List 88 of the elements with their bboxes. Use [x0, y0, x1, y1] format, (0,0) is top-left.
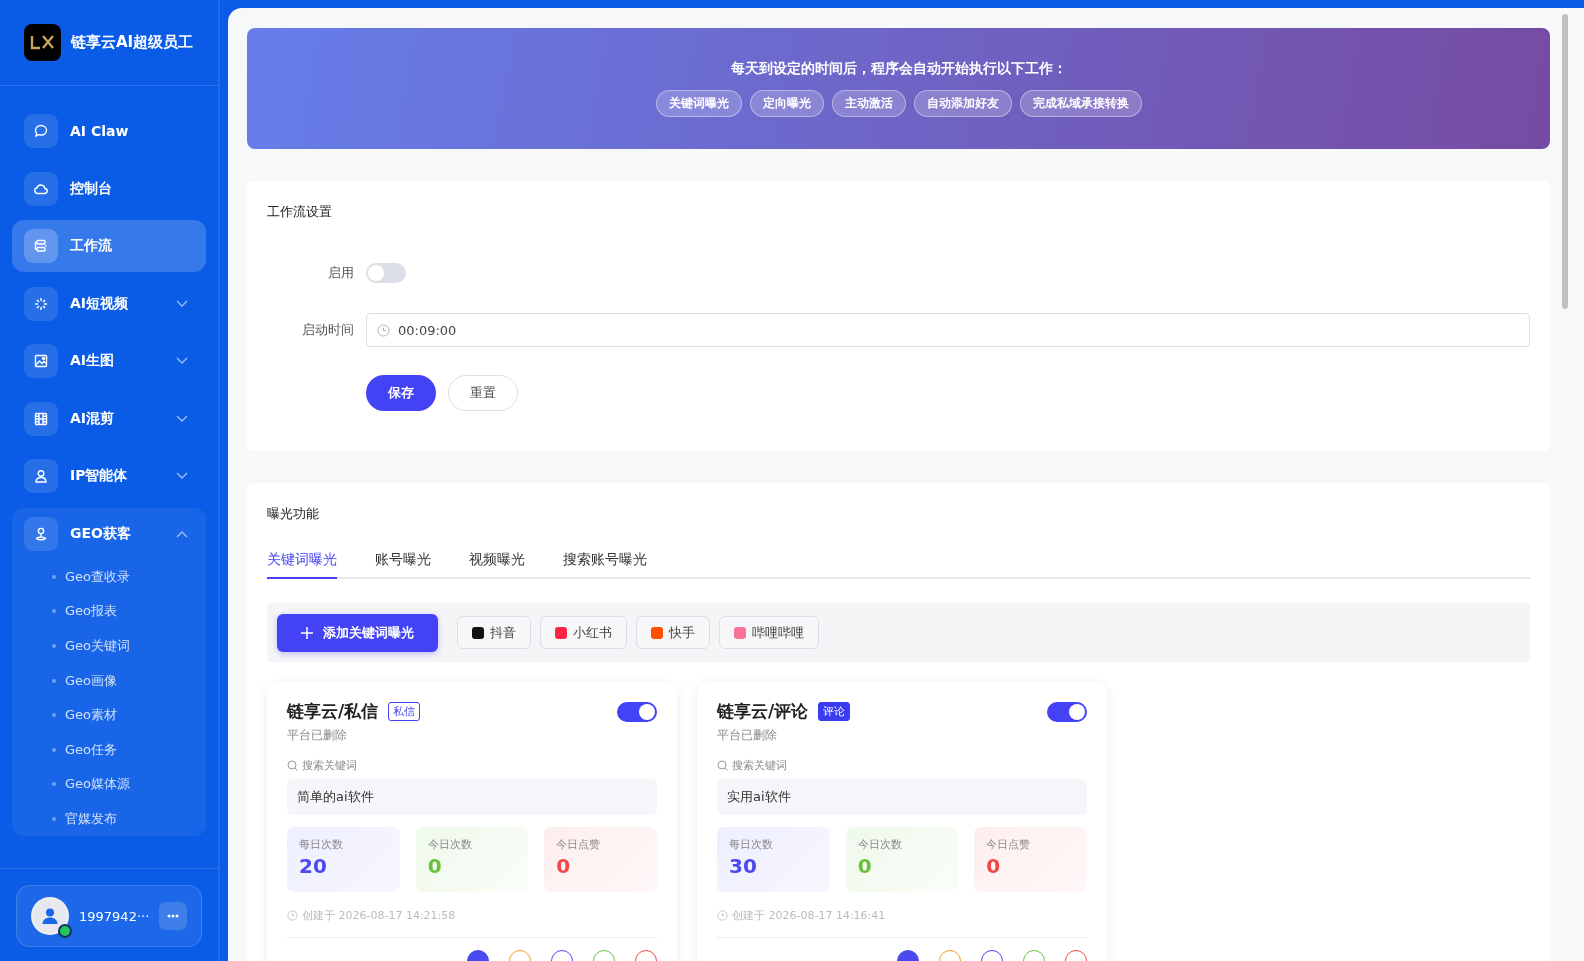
nav-item[interactable]: AI短视频 [12, 277, 206, 330]
nav-item[interactable]: IP智能体 [12, 450, 206, 502]
enable-switch[interactable] [366, 263, 406, 283]
stat-label: 每日次数 [299, 837, 344, 852]
stat-value: 20 [299, 854, 328, 878]
nav-item[interactable]: 工作流 [12, 220, 206, 272]
platform-filter-button[interactable]: 哔哩哔哩 [719, 616, 819, 649]
nav-item-icon [24, 516, 58, 551]
platform-filter-button[interactable]: 抖音 [457, 616, 531, 649]
nav-item-icon [24, 286, 58, 321]
type-tag: 评论 [818, 702, 851, 721]
nav-item-icon [24, 229, 58, 263]
nav-item[interactable]: 控制台 [12, 162, 206, 215]
stat-value: 0 [986, 854, 1002, 878]
stat-value: 0 [427, 854, 443, 878]
field-label: 搜索关键词 [302, 758, 357, 773]
stat-label: 每日次数 [729, 837, 774, 852]
nav-item[interactable]: AI生图 [12, 335, 206, 387]
nav-subitem[interactable]: Geo关键词 [12, 628, 206, 664]
nav-item[interactable]: GEO获客 [12, 507, 206, 560]
keyword-field: 实用ai软件 [717, 779, 1087, 815]
nav-item[interactable]: AI Claw [12, 105, 206, 157]
created-time: 创建于 2026-08-17 14:16:41 [732, 908, 886, 923]
status-text: 平台已删除 [287, 727, 348, 744]
card-title: 链享云/评论 [717, 700, 809, 723]
field-label: 启动时间 [301, 321, 354, 339]
nav-item-icon [24, 171, 58, 206]
platform-filter-button[interactable]: 小红书 [540, 616, 627, 649]
stat-value: 0 [556, 854, 572, 878]
nav-item-icon [24, 114, 58, 148]
step-chip: 主动激活 [831, 90, 906, 117]
stat-value: 30 [729, 854, 758, 878]
card-switch[interactable] [1047, 701, 1087, 722]
field-label: 启用 [327, 264, 354, 282]
section-title: 工作流设置 [267, 203, 333, 221]
step-chip: 自动添加好友 [913, 90, 1012, 117]
field-label: 搜索关键词 [732, 758, 787, 773]
step-chip: 完成私域承接转换 [1019, 90, 1142, 117]
tab[interactable]: 账号曝光 [375, 551, 431, 579]
logo-icon [24, 24, 61, 61]
status-text: 平台已删除 [717, 727, 778, 744]
platform-filter-button[interactable]: 快手 [636, 616, 710, 649]
clock-icon [717, 910, 728, 921]
app-title: 链享云AI超级员工 [71, 33, 194, 52]
stat-label: 今日点赞 [556, 837, 602, 852]
tab[interactable]: 搜索账号曝光 [563, 551, 647, 579]
stat-label: 今日点赞 [986, 837, 1032, 852]
nav-item-icon [24, 401, 58, 436]
plus-icon [301, 626, 313, 639]
more-icon [167, 914, 180, 918]
platform-logo-icon [651, 626, 663, 639]
nav-item-icon [24, 459, 58, 493]
banner-title: 每天到设定的时间后，程序会自动开始执行以下工作： [730, 60, 1067, 78]
search-icon [287, 760, 298, 771]
stat-value: 0 [857, 854, 873, 878]
time-field[interactable]: 00:09:00 [366, 313, 1530, 347]
type-tag: 私信 [388, 702, 421, 721]
reset-button[interactable]: 重置 [448, 375, 518, 411]
add-keyword-button[interactable]: 添加关键词曝光 [277, 613, 438, 652]
clock-icon [377, 323, 390, 337]
clock-icon [287, 910, 298, 921]
nav-subitem[interactable]: Geo画像 [12, 663, 206, 698]
platform-logo-icon [555, 626, 567, 639]
tab[interactable]: 视频曝光 [469, 551, 525, 579]
platform-logo-icon [734, 626, 746, 639]
section-title: 曝光功能 [267, 505, 320, 523]
nav-subitem[interactable]: Geo任务 [12, 732, 206, 768]
tab[interactable]: 关键词曝光 [267, 551, 337, 579]
search-icon [717, 760, 728, 771]
nav-subitem[interactable]: Geo查收录 [12, 559, 206, 595]
step-chip: 关键词曝光 [655, 90, 742, 117]
save-button[interactable]: 保存 [366, 375, 436, 411]
created-time: 创建于 2026-08-17 14:21:58 [302, 908, 456, 923]
stat-label: 今日次数 [427, 837, 473, 852]
stat-label: 今日次数 [857, 837, 903, 852]
nav-item-icon [24, 344, 58, 378]
nav-subitem[interactable]: 官媒发布 [12, 801, 206, 837]
card-title: 链享云/私信 [287, 700, 379, 723]
card-switch[interactable] [617, 701, 657, 722]
keyword-field: 简单的ai软件 [287, 779, 657, 815]
step-chip: 定向曝光 [749, 90, 824, 117]
more-button[interactable] [159, 902, 187, 930]
nav-subitem[interactable]: Geo报表 [12, 594, 206, 629]
nav-subitem[interactable]: Geo素材 [12, 697, 206, 733]
nav-item[interactable]: AI混剪 [12, 392, 206, 445]
platform-logo-icon [472, 626, 484, 639]
user-name: 1997942··· [79, 908, 150, 924]
nav-subitem[interactable]: Geo媒体源 [12, 767, 206, 802]
